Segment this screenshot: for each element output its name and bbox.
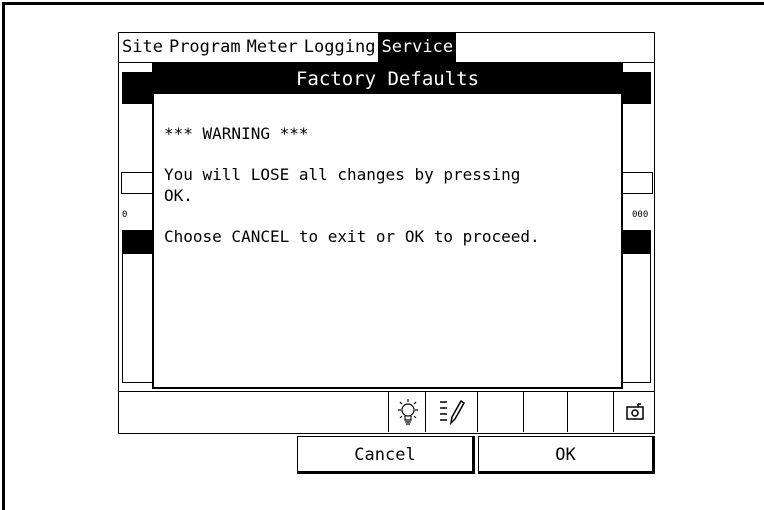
lightbulb-cell[interactable] <box>388 392 426 432</box>
menu-program[interactable]: Program <box>166 33 244 62</box>
status-slot-3 <box>567 392 614 432</box>
lightbulb-icon <box>397 399 418 425</box>
edit-list-icon <box>440 399 465 426</box>
background-titlebar-right <box>621 72 651 104</box>
menu-site[interactable]: Site <box>119 33 166 62</box>
background-tick-right: 000 <box>632 210 649 220</box>
background-panel-left-edge <box>122 254 123 382</box>
background-titlebar-left <box>122 72 152 104</box>
background-panel-right-edge <box>650 254 651 382</box>
menu-service[interactable]: Service <box>378 33 457 62</box>
background-bar-right <box>621 230 651 254</box>
dialog-title: Factory Defaults <box>154 65 621 94</box>
menu-meter[interactable]: Meter <box>244 33 301 62</box>
background-gauge-right <box>621 172 653 194</box>
menu-bar: Site Program Meter Logging Service <box>119 33 654 63</box>
status-slot-2 <box>523 392 568 432</box>
warning-text: *** WARNING *** <box>164 124 309 143</box>
dialog-body: *** WARNING *** You will LOSE all change… <box>164 123 614 267</box>
page-frame-left <box>2 2 5 510</box>
cancel-button[interactable]: Cancel <box>297 436 475 474</box>
ok-button[interactable]: OK <box>478 436 655 474</box>
lose-changes-text: You will LOSE all changes by pressing OK… <box>164 165 521 205</box>
background-tick-left: 0 <box>122 210 128 220</box>
status-bar <box>118 391 655 433</box>
edit-list-cell[interactable] <box>425 392 478 432</box>
camera-cell[interactable] <box>613 392 656 432</box>
factory-defaults-dialog: Factory Defaults *** WARNING *** You wil… <box>152 63 623 389</box>
background-bar-left <box>122 230 152 254</box>
menu-logging[interactable]: Logging <box>301 33 379 62</box>
camera-icon <box>626 403 644 420</box>
page-frame-top <box>2 2 764 5</box>
status-slot-1 <box>477 392 524 432</box>
instructions-text: Choose CANCEL to exit or OK to proceed. <box>164 227 540 246</box>
background-gauge-left <box>121 172 155 194</box>
